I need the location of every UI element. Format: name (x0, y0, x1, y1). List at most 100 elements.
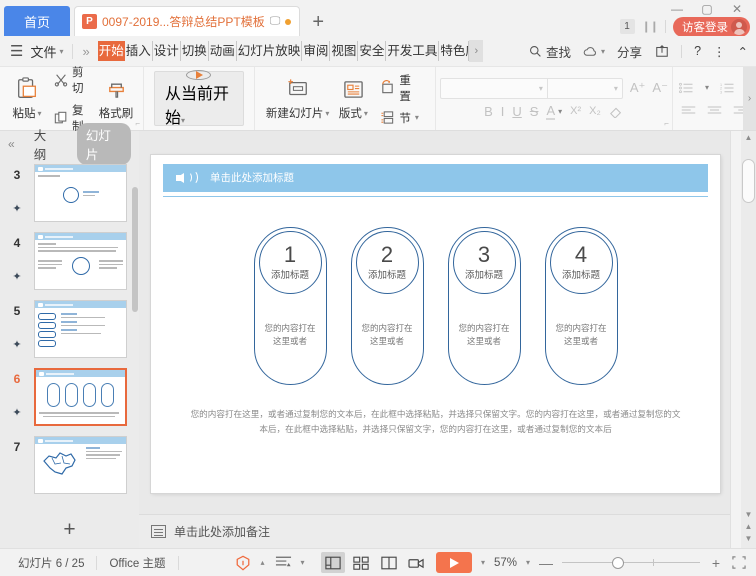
layout-button[interactable]: 版式 ▾ (333, 74, 373, 123)
tab-review[interactable]: 审阅 (302, 41, 331, 61)
cut-button[interactable]: 剪切 (51, 63, 92, 97)
tab-slideshow[interactable]: 幻灯片放映 (237, 41, 303, 61)
help-button[interactable]: ? (694, 44, 701, 58)
font-name-input[interactable]: ▾ (439, 77, 548, 99)
align-center-icon[interactable] (707, 102, 722, 117)
italic-button[interactable]: I (501, 104, 505, 119)
chevron-down-icon[interactable]: ▾ (481, 558, 485, 567)
chevron-down-icon[interactable]: ▾ (526, 558, 530, 567)
superscript-button[interactable]: X² (570, 105, 581, 117)
grow-font-button[interactable]: A⁺ (630, 80, 646, 96)
normal-view-button[interactable] (320, 552, 345, 573)
pill-item-2[interactable]: 2 添加标题 您的内容打在 这里或者 (350, 226, 424, 385)
proofing-icon[interactable] (235, 555, 251, 571)
export-icon[interactable] (654, 44, 669, 59)
new-tab-button[interactable]: + (312, 11, 324, 34)
theme-name[interactable]: Office 主题 (97, 555, 177, 571)
tab-security[interactable]: 安全 (358, 41, 387, 61)
pill-item-1[interactable]: 1 添加标题 您的内容打在 这里或者 (253, 226, 327, 385)
slide-sorter-view-button[interactable] (349, 552, 373, 573)
pill-item-3[interactable]: 3 添加标题 您的内容打在 这里或者 (447, 226, 521, 385)
zoom-out-button[interactable]: — (539, 555, 553, 571)
vertical-scrollbar[interactable]: ▲ ▼ ▲ ▼ (741, 131, 756, 548)
maximize-button[interactable]: ▢ (692, 0, 722, 17)
close-button[interactable]: ✕ (722, 0, 752, 17)
previous-slide-icon[interactable]: ▲ (745, 520, 753, 532)
thumbnail-scrollbar[interactable] (132, 187, 138, 312)
bold-button[interactable]: B (484, 104, 493, 119)
list-item[interactable]: 4 ✦ (0, 227, 139, 295)
guest-login-button[interactable]: 访客登录 (673, 16, 750, 37)
cloud-sync-button[interactable]: ▾ (583, 44, 605, 59)
chevron-down-icon[interactable]: ▾ (301, 558, 305, 567)
language-icon[interactable] (275, 555, 291, 571)
slide-title-placeholder[interactable]: 单击此处添加标题 (163, 163, 708, 192)
zoom-in-button[interactable]: + (709, 555, 723, 571)
slider-knob[interactable] (611, 556, 624, 569)
more-options-button[interactable]: ⋮ (713, 44, 726, 59)
slide-footer-paragraph[interactable]: 您的内容打在这里，或者通过复制您的文本后，在此框中选择粘贴，并选择只保留文字。您… (189, 407, 682, 437)
tabs-scroll-right-button[interactable]: › (469, 40, 484, 62)
reading-view-button[interactable] (377, 552, 401, 573)
thumbnail-list[interactable]: 3 ✦ 4 ✦ 5 ✦ 6 ✦ 7 (0, 157, 139, 512)
new-slide-button[interactable]: 新建幻灯片 ▾ (262, 74, 334, 123)
shrink-font-button[interactable]: A⁻ (652, 80, 668, 96)
zoom-level[interactable]: 57% (494, 557, 517, 569)
strikethrough-button[interactable]: S (530, 104, 539, 119)
slide-canvas[interactable]: 单击此处添加标题 1 添加标题 您的内容打在 这里或者 2 添加标题 您的内容打… (151, 154, 720, 493)
notes-pane[interactable]: 单击此处添加备注 (139, 514, 730, 548)
tab-insert[interactable]: 插入 (125, 41, 153, 61)
list-item[interactable]: 5 ✦ (0, 295, 139, 363)
add-slide-button[interactable]: + (0, 512, 139, 548)
presenter-view-button[interactable] (405, 552, 429, 573)
numbered-list-icon[interactable]: 123 (720, 80, 735, 95)
collapse-ribbon-button[interactable]: ⌃ (738, 44, 748, 59)
format-painter-button[interactable]: 格式刷 (96, 74, 136, 123)
paste-button[interactable]: 粘贴 ▾ (7, 74, 47, 123)
file-menu-button[interactable]: 文件 ▾ (30, 42, 63, 61)
tab-design[interactable]: 设计 (153, 41, 181, 61)
collapse-panel-button[interactable]: « (8, 137, 15, 151)
document-tab[interactable]: P 0097-2019...答辩总结PPT模板 🖵 (74, 6, 301, 36)
share-button[interactable]: 分享 (617, 42, 642, 61)
section-button[interactable]: 节 ▾ (377, 109, 424, 127)
scroll-up-icon[interactable]: ▲ (745, 131, 753, 143)
list-item[interactable]: 3 ✦ (0, 159, 139, 227)
pill-item-4[interactable]: 4 添加标题 您的内容打在 这里或者 (544, 226, 618, 385)
play-slideshow-button[interactable] (435, 552, 472, 573)
overflow-icon[interactable]: » (82, 44, 89, 59)
font-dialog-launcher[interactable]: ⌐ (664, 119, 669, 128)
ribbon-expand-button[interactable]: › (743, 67, 756, 130)
clear-format-icon[interactable] (609, 104, 624, 119)
tab-count-badge[interactable]: 1 (619, 19, 635, 34)
find-button[interactable]: 查找 (528, 42, 571, 61)
tab-transition[interactable]: 切换 (181, 41, 209, 61)
scrollbar-thumb[interactable] (742, 159, 755, 203)
next-slide-icon[interactable]: ▼ (745, 532, 753, 544)
tab-start[interactable]: 开始 (97, 41, 125, 61)
tab-view[interactable]: 视图 (330, 41, 359, 61)
list-item[interactable]: 7 (0, 431, 139, 499)
chevron-up-icon[interactable]: ▴ (261, 558, 265, 567)
list-item[interactable]: 6 ✦ (0, 363, 139, 431)
reset-button[interactable]: 重置 (377, 71, 424, 105)
start-from-current-button[interactable]: 从当前开始▾ (154, 69, 244, 127)
menu-icon[interactable]: ☰ (10, 42, 23, 60)
tab-animation[interactable]: 动画 (209, 41, 237, 61)
underline-button[interactable]: U (512, 104, 521, 119)
monitor-icon[interactable]: 🖵 (270, 15, 281, 28)
tab-developer[interactable]: 开发工具 (386, 41, 440, 61)
subscript-button[interactable]: X₂ (589, 105, 601, 117)
home-tab[interactable]: 首页 (4, 6, 70, 36)
tab-featured-apps[interactable]: 特色应用 (439, 41, 470, 61)
tab-list-icon[interactable]: ❙❙ (642, 20, 659, 33)
scroll-down-icon[interactable]: ▼ (745, 508, 753, 520)
clipboard-dialog-launcher[interactable]: ⌐ (135, 119, 140, 128)
zoom-slider[interactable] (562, 556, 700, 570)
align-left-icon[interactable] (681, 102, 696, 117)
bullet-list-icon[interactable] (679, 80, 694, 95)
font-color-button[interactable]: A (546, 103, 556, 120)
fit-to-window-icon[interactable] (732, 556, 746, 569)
font-size-input[interactable]: ▾ (547, 77, 623, 99)
minimize-button[interactable]: — (662, 0, 692, 17)
